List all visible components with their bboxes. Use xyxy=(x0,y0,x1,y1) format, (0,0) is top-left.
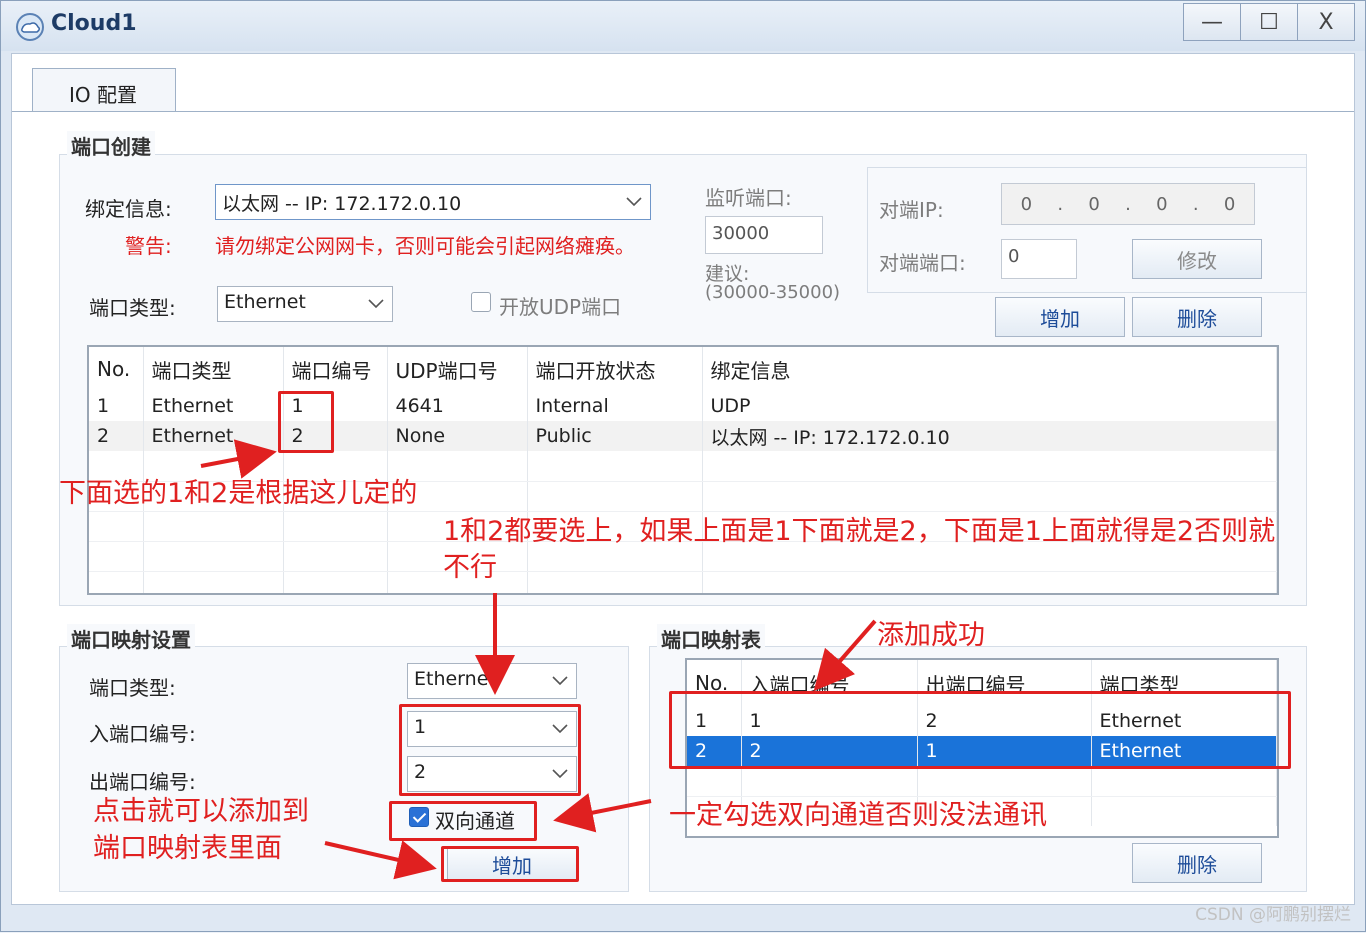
port-type-value: Ethernet xyxy=(224,291,306,313)
peer-ip-label: 对端IP: xyxy=(879,198,944,222)
window-title: Cloud1 xyxy=(51,11,137,36)
tab-io-config[interactable]: IO 配置 xyxy=(32,68,176,112)
annotation-numbering: 下面选的1和2是根据这儿定的 xyxy=(59,478,418,509)
port-mapping-table-title: 端口映射表 xyxy=(657,624,765,653)
peer-ip-octet-3: 0 xyxy=(1156,193,1168,215)
modify-button[interactable]: 修改 xyxy=(1132,239,1262,279)
table-cell: UDP xyxy=(702,391,1277,421)
table-cell: 4641 xyxy=(387,391,528,421)
maximize-button[interactable]: ☐ xyxy=(1240,3,1298,41)
warning-text: 请勿绑定公网网卡，否则可能会引起网络瘫痪。 xyxy=(215,234,635,258)
peer-ip-octet-2: 0 xyxy=(1088,193,1100,215)
table-cell: 以太网 -- IP: 172.172.0.10 xyxy=(702,421,1277,451)
table-cell: 1 xyxy=(89,391,144,421)
col-header[interactable]: No. xyxy=(89,347,144,391)
suggest-range: (30000-35000) xyxy=(705,282,841,303)
bind-info-label: 绑定信息: xyxy=(85,197,172,221)
delete-port-button[interactable]: 删除 xyxy=(1132,297,1262,337)
col-header[interactable]: 端口编号 xyxy=(283,347,388,391)
cloud-app-icon xyxy=(16,13,44,41)
empty-row xyxy=(89,571,1277,593)
delete-mapping-button[interactable]: 删除 xyxy=(1132,843,1262,883)
ip-dot: . xyxy=(1057,193,1064,215)
highlight-port-numbers xyxy=(278,391,334,453)
annotation-bidirectional: 一定勾选双向通道否则没法通讯 xyxy=(669,800,1047,831)
annotation-click-2: 端口映射表里面 xyxy=(93,833,282,864)
chevron-down-icon xyxy=(626,197,642,207)
table-cell: Public xyxy=(527,421,703,451)
port-mapping-settings-title: 端口映射设置 xyxy=(67,624,195,653)
port-create-group-title: 端口创建 xyxy=(67,131,155,160)
mapping-port-type-label: 端口类型: xyxy=(89,676,176,700)
table-row[interactable]: 1 Ethernet 1 4641 Internal UDP xyxy=(89,391,1277,421)
open-udp-checkbox[interactable] xyxy=(471,292,491,312)
bind-info-value: 以太网 -- IP: 172.172.0.10 xyxy=(222,193,462,215)
cloud1-window: Cloud1 — ☐ X IO 配置 端口创建 绑定信息: 以太网 -- IP:… xyxy=(0,0,1366,932)
bind-info-select[interactable]: 以太网 -- IP: 172.172.0.10 xyxy=(215,184,651,220)
peer-port-input[interactable]: 0 xyxy=(1001,239,1077,279)
highlight-add-button xyxy=(441,846,579,882)
chevron-down-icon xyxy=(552,676,568,686)
tab-divider xyxy=(12,111,1354,112)
table-cell: None xyxy=(387,421,528,451)
ip-dot: . xyxy=(1125,193,1131,215)
peer-ip-input[interactable]: 0. 0. 0. 0 xyxy=(1001,183,1255,225)
peer-port-label: 对端端口: xyxy=(879,251,966,275)
minimize-button[interactable]: — xyxy=(1183,3,1241,41)
title-bar[interactable]: Cloud1 — ☐ X xyxy=(1,1,1365,51)
annotation-success: 添加成功 xyxy=(877,620,985,651)
col-header[interactable]: UDP端口号 xyxy=(387,347,528,391)
add-port-button[interactable]: 增加 xyxy=(995,297,1125,337)
table-cell: Internal xyxy=(527,391,703,421)
col-header[interactable]: 绑定信息 xyxy=(702,347,1277,391)
port-type-select[interactable]: Ethernet xyxy=(217,286,393,322)
mapping-port-type-value: Ethernet xyxy=(414,668,496,690)
highlight-mapping-rows xyxy=(669,691,1291,769)
table-cell: 2 xyxy=(89,421,144,451)
watermark: CSDN @阿鹏别摆烂 xyxy=(1195,905,1351,925)
annotation-click-1: 点击就可以添加到 xyxy=(93,796,309,827)
window-controls: — ☐ X xyxy=(1183,3,1355,41)
chevron-down-icon xyxy=(368,299,384,309)
annotation-select-both-2: 不行 xyxy=(443,552,497,583)
port-table: No. 端口类型 端口编号 UDP端口号 端口开放状态 绑定信息 1 Ether… xyxy=(87,345,1279,595)
port-type-label: 端口类型: xyxy=(89,296,176,320)
peer-ip-octet-4: 0 xyxy=(1223,193,1236,215)
table-row[interactable]: 2 Ethernet 2 None Public 以太网 -- IP: 172.… xyxy=(89,421,1277,451)
col-header[interactable]: 端口开放状态 xyxy=(527,347,703,391)
highlight-port-selects xyxy=(399,704,581,796)
table-cell: Ethernet xyxy=(143,421,284,451)
in-port-label: 入端口编号: xyxy=(89,722,196,746)
ip-dot: . xyxy=(1192,193,1199,215)
empty-row xyxy=(687,766,1277,797)
table-cell: Ethernet xyxy=(143,391,284,421)
highlight-bidirectional xyxy=(389,801,537,841)
listen-port-label: 监听端口: xyxy=(705,186,792,210)
listen-port-input[interactable]: 30000 xyxy=(705,216,823,254)
close-button[interactable]: X xyxy=(1297,3,1355,41)
warning-label: 警告: xyxy=(125,234,172,258)
annotation-select-both-1: 1和2都要选上，如果上面是1下面就是2，下面是1上面就得是2否则就 xyxy=(443,516,1276,547)
col-header[interactable]: 端口类型 xyxy=(143,347,284,391)
peer-ip-octet-1: 0 xyxy=(1020,193,1033,215)
open-udp-label: 开放UDP端口 xyxy=(499,295,622,319)
mapping-port-type-select[interactable]: Ethernet xyxy=(407,663,577,699)
